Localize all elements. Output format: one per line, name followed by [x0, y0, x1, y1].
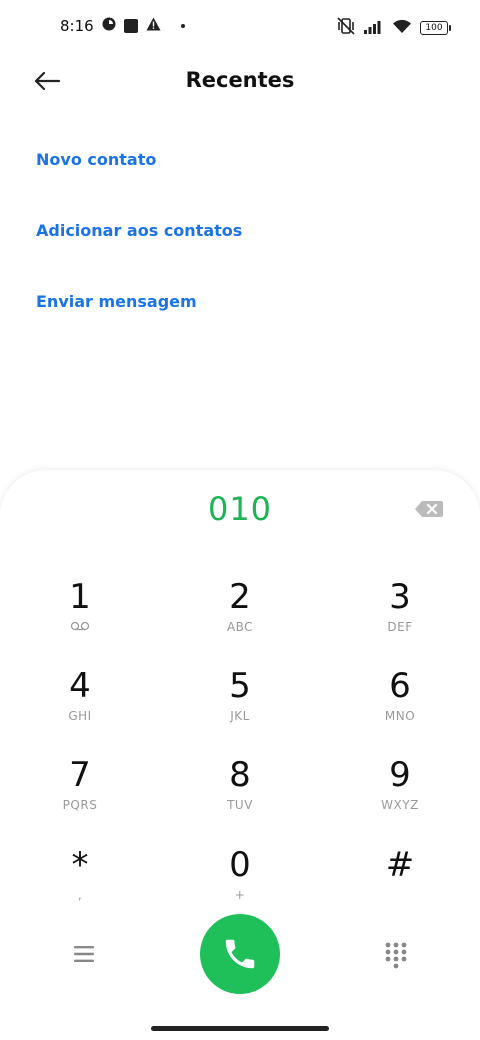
key-letters: WXYZ — [381, 798, 419, 812]
key-8[interactable]: 8 TUV — [180, 755, 300, 825]
key-hash[interactable]: # — [340, 845, 460, 915]
status-right: 100 — [336, 17, 451, 39]
key-star[interactable]: * , — [20, 845, 140, 915]
key-letters: + — [234, 888, 246, 902]
key-letters: , — [77, 888, 83, 902]
key-2[interactable]: 2 ABC — [180, 577, 300, 647]
backspace-icon — [415, 501, 443, 517]
key-digit: # — [385, 845, 415, 885]
home-indicator[interactable] — [151, 1026, 329, 1031]
key-digit: 2 — [229, 577, 251, 617]
key-4[interactable]: 4 GHI — [20, 666, 140, 736]
key-digit: 7 — [69, 755, 91, 795]
key-digit: 4 — [69, 666, 91, 706]
key-digit: 0 — [229, 845, 251, 885]
key-letters: PQRS — [62, 798, 98, 812]
key-letters: DEF — [387, 620, 413, 634]
send-message-link[interactable]: Enviar mensagem — [36, 292, 197, 311]
wifi-icon — [392, 19, 412, 38]
status-left: 8:16 — [60, 17, 185, 35]
dialed-number: 010 — [207, 490, 273, 528]
dialpad-toggle-button[interactable] — [384, 941, 408, 969]
warning-icon — [146, 17, 161, 35]
key-5[interactable]: 5 JKL — [180, 666, 300, 736]
key-digit: 6 — [389, 666, 411, 706]
add-to-contacts-link[interactable]: Adicionar aos contatos — [36, 221, 242, 240]
status-bar: 8:16 100 — [0, 0, 480, 56]
key-letters: GHI — [68, 709, 92, 723]
backspace-button[interactable] — [414, 499, 444, 519]
call-button[interactable] — [200, 914, 280, 994]
key-letters: JKL — [230, 709, 250, 723]
key-digit: 5 — [229, 666, 251, 706]
key-6[interactable]: 6 MNO — [340, 666, 460, 736]
app-notification-icon — [102, 17, 116, 35]
new-contact-link[interactable]: Novo contato — [36, 150, 156, 169]
header: Recentes — [0, 56, 480, 106]
key-0[interactable]: 0 + — [180, 845, 300, 915]
key-1[interactable]: 1 — [20, 577, 140, 647]
key-3[interactable]: 3 DEF — [340, 577, 460, 647]
key-letters: MNO — [384, 709, 416, 723]
status-time: 8:16 — [60, 17, 94, 35]
voicemail-icon — [20, 620, 140, 634]
dialpad-icon — [385, 942, 407, 969]
key-letters: TUV — [227, 798, 253, 812]
more-notifications-dot-icon — [180, 24, 185, 28]
menu-button[interactable] — [70, 943, 98, 965]
key-letters: ABC — [226, 620, 254, 634]
page-title: Recentes — [185, 68, 295, 92]
battery-level: 100 — [425, 23, 443, 33]
key-7[interactable]: 7 PQRS — [20, 755, 140, 825]
menu-icon — [74, 946, 94, 962]
signal-icon — [364, 19, 384, 38]
key-9[interactable]: 9 WXYZ — [340, 755, 460, 825]
key-digit: 1 — [69, 577, 91, 617]
key-digit: 8 — [229, 755, 251, 795]
phone-icon — [225, 939, 255, 969]
battery-tip — [449, 25, 451, 31]
key-digit: * — [71, 845, 89, 885]
key-digit: 3 — [389, 577, 411, 617]
vibrate-off-icon — [336, 17, 356, 39]
battery-icon: 100 — [420, 21, 451, 35]
stop-icon — [123, 19, 138, 33]
key-digit: 9 — [389, 755, 411, 795]
dialer-actions — [0, 914, 480, 996]
